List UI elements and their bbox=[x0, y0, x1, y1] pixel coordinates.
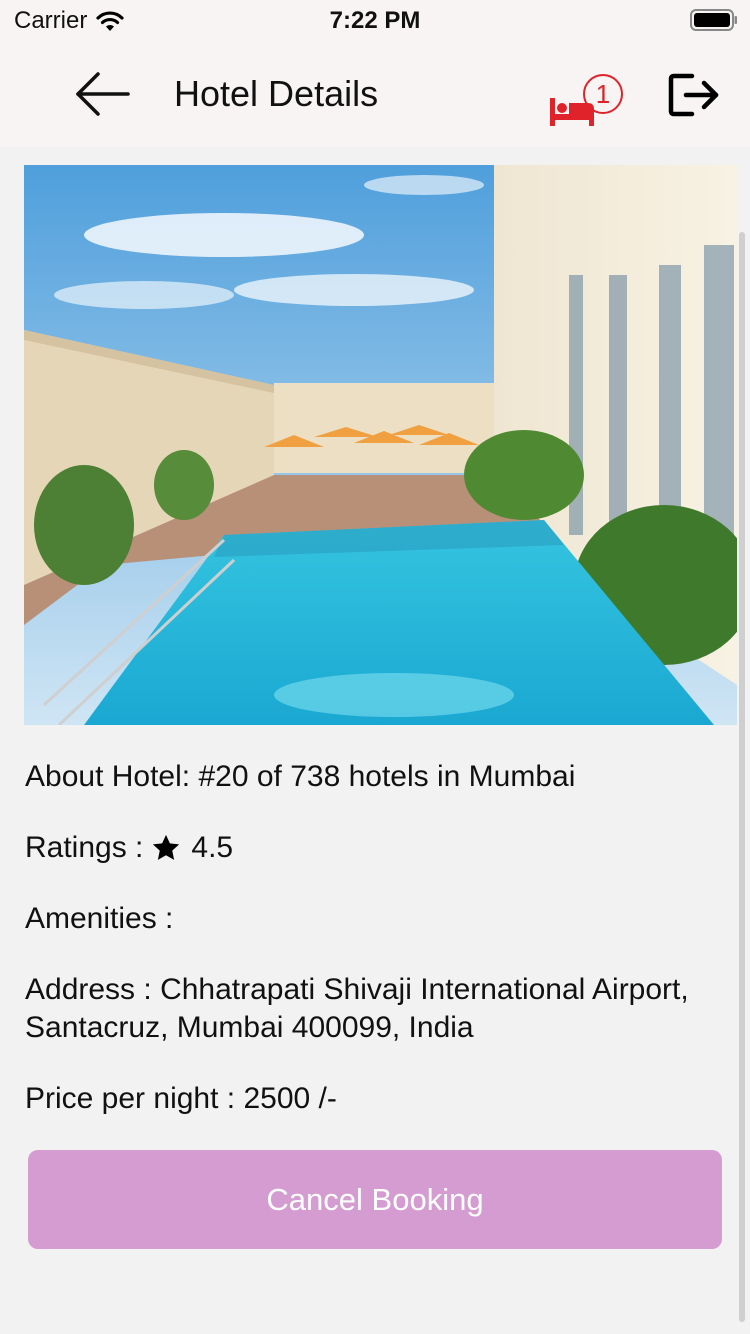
price-label: Price per night : bbox=[25, 1082, 236, 1115]
amenities-label: Amenities : bbox=[25, 902, 174, 935]
about-hotel-line: About Hotel: #20 of 738 hotels in Mumbai bbox=[25, 758, 575, 796]
page-title: Hotel Details bbox=[174, 73, 379, 114]
bookings-button[interactable]: 1 bbox=[546, 72, 630, 132]
price-value: 2500 /- bbox=[243, 1082, 337, 1115]
back-button[interactable] bbox=[72, 68, 134, 120]
ratings-line: Ratings : 4.5 bbox=[25, 829, 233, 867]
about-label: About Hotel: bbox=[25, 760, 191, 793]
screen: Carrier 7:22 PM Hotel Details 1 About Ho… bbox=[0, 0, 750, 1334]
hotel-pool-illustration bbox=[24, 165, 737, 725]
cancel-booking-button[interactable]: Cancel Booking bbox=[28, 1150, 722, 1249]
status-time: 7:22 PM bbox=[329, 7, 421, 34]
bookings-count-badge: 1 bbox=[583, 74, 623, 114]
price-line: Price per night : 2500 /- bbox=[25, 1080, 337, 1118]
scrollbar[interactable] bbox=[739, 232, 745, 1322]
address-line: Address : Chhatrapati Shivaji Internatio… bbox=[25, 971, 715, 1047]
nav-bar: Hotel Details 1 bbox=[0, 40, 750, 146]
about-value: #20 of 738 hotels in Mumbai bbox=[198, 760, 576, 793]
amenities-line: Amenities : bbox=[25, 900, 173, 938]
logout-icon bbox=[668, 73, 719, 117]
status-bar: Carrier 7:22 PM bbox=[0, 0, 750, 40]
address-label: Address : bbox=[25, 973, 152, 1006]
back-arrow-icon bbox=[76, 72, 130, 116]
star-icon bbox=[153, 834, 180, 860]
rating-value: 4.5 bbox=[191, 831, 234, 864]
battery-icon bbox=[690, 9, 737, 31]
hotel-image bbox=[24, 165, 737, 725]
logout-button[interactable] bbox=[666, 70, 722, 120]
ratings-label: Ratings : bbox=[25, 831, 144, 864]
